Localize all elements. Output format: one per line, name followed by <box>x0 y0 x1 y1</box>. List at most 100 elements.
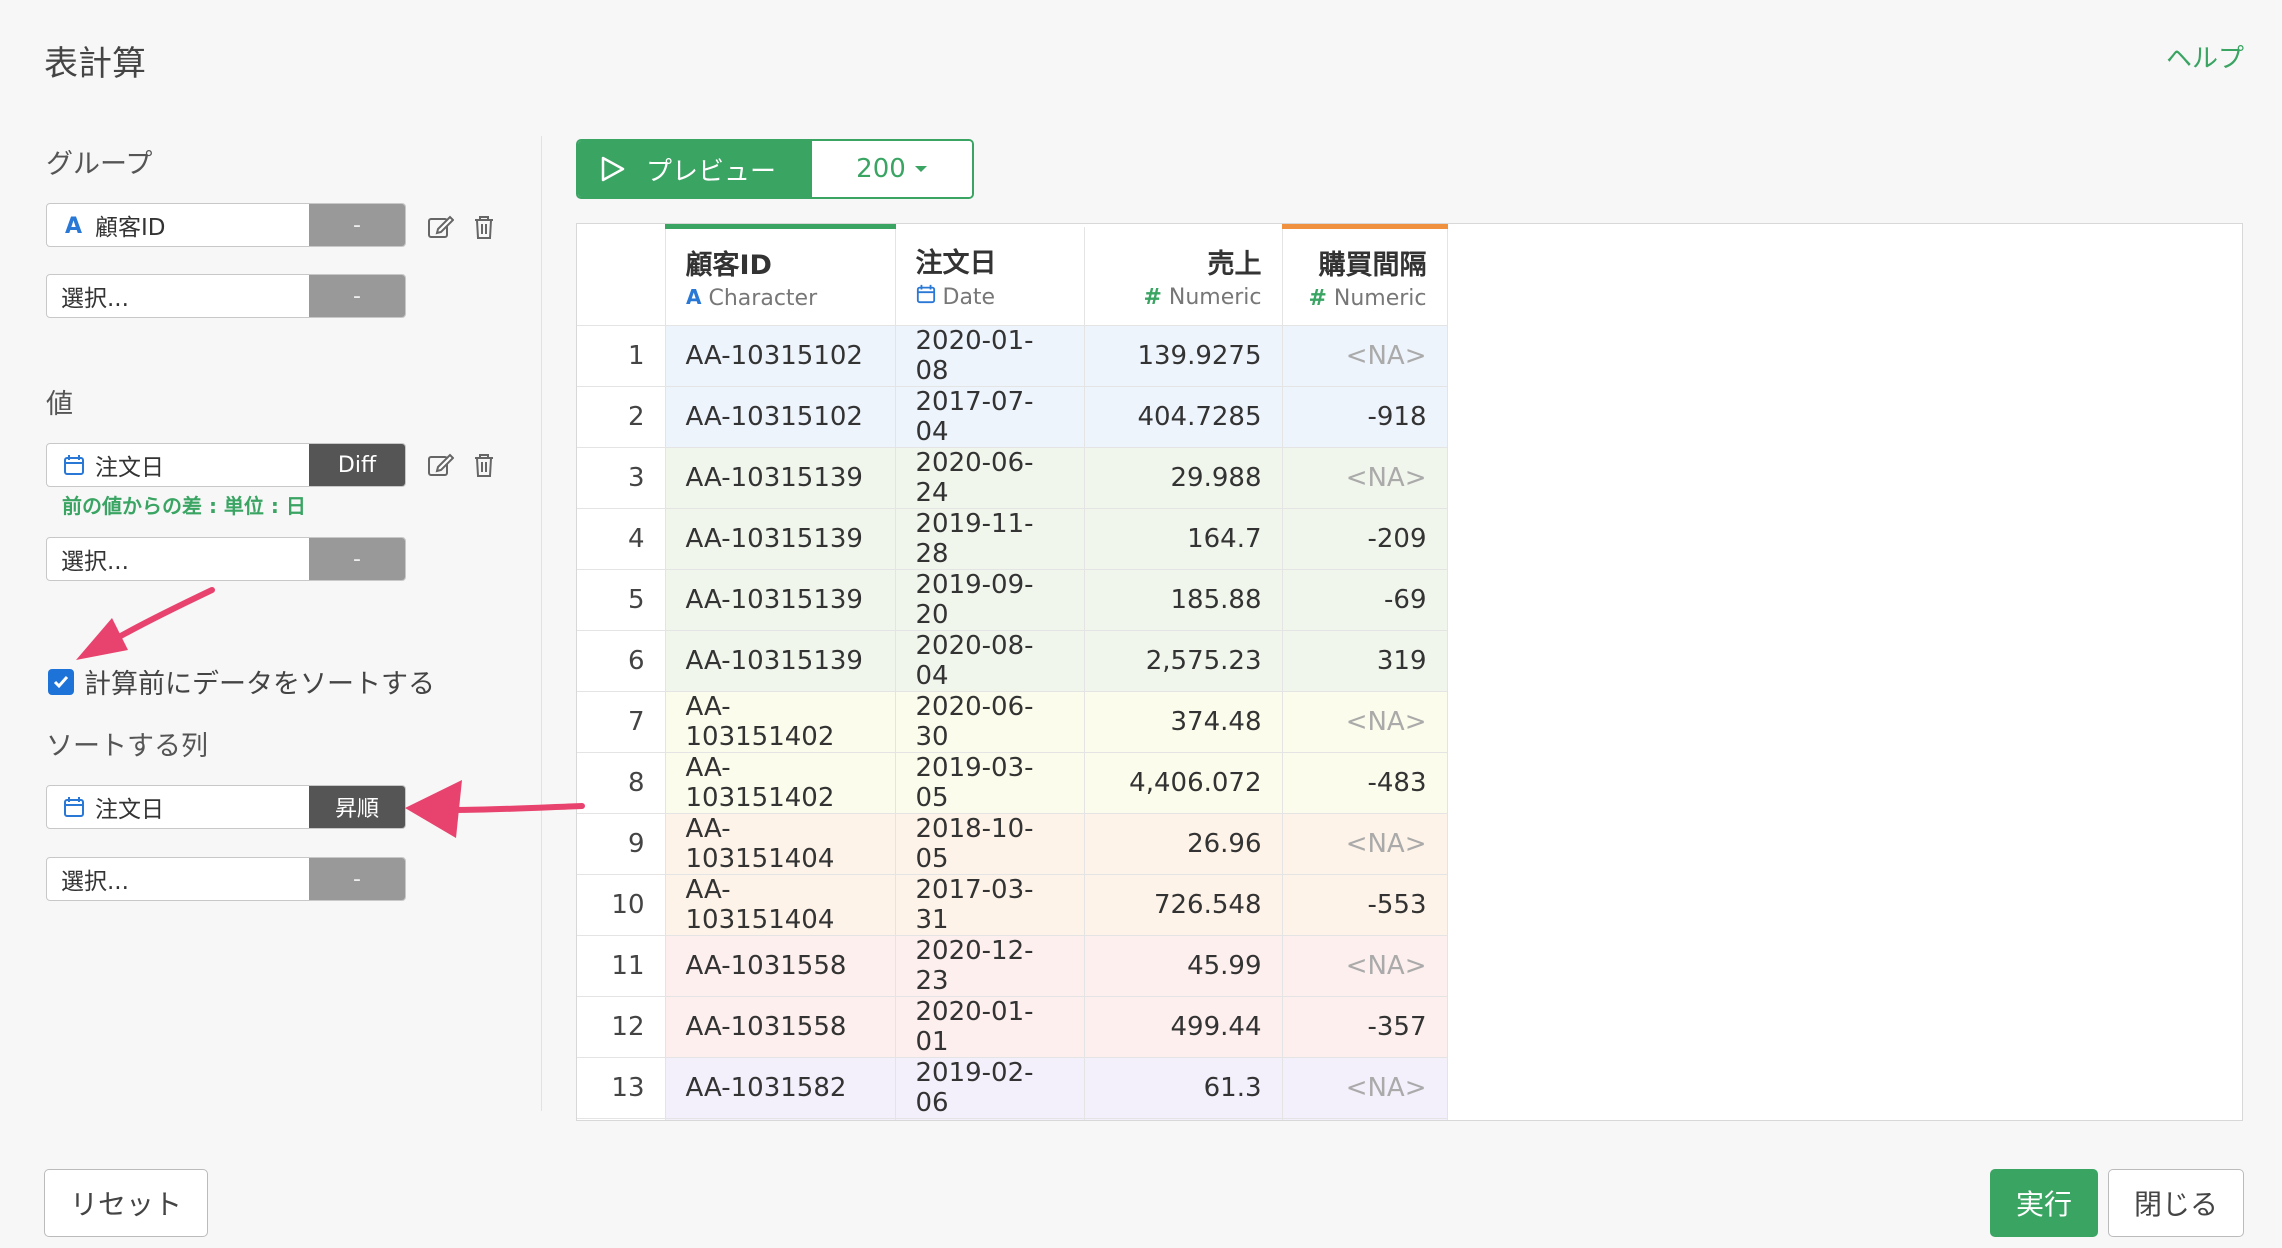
row-number[interactable]: 12 <box>577 996 666 1058</box>
group-op-dropdown[interactable]: - <box>309 204 405 246</box>
cell-purchase-interval[interactable]: <NA> <box>1282 935 1448 997</box>
cell-sales[interactable]: 139.9275 <box>1084 325 1283 387</box>
cell-order-date[interactable]: 2019-11-28 <box>895 508 1085 570</box>
cell-purchase-interval[interactable]: -439 <box>1282 1118 1448 1120</box>
row-number[interactable]: 4 <box>577 508 666 570</box>
cell-customer-id[interactable]: AA-1031558 <box>665 935 896 997</box>
cell-customer-id[interactable]: AA-1031558 <box>665 996 896 1058</box>
cell-order-date[interactable]: 2020-12-23 <box>895 935 1085 997</box>
group-field-2[interactable]: 選択... - <box>46 274 406 318</box>
cell-order-date[interactable]: 2020-06-30 <box>895 691 1085 753</box>
cell-order-date[interactable]: 2019-02-06 <box>895 1057 1085 1119</box>
cell-purchase-interval[interactable]: -69 <box>1282 569 1448 631</box>
cell-purchase-interval[interactable]: <NA> <box>1282 447 1448 509</box>
sort-checkbox[interactable] <box>48 668 74 695</box>
cell-customer-id[interactable]: AA-10315139 <box>665 569 896 631</box>
row-number[interactable]: 11 <box>577 935 666 997</box>
cell-sales[interactable]: 4,406.072 <box>1084 752 1283 814</box>
cell-sales[interactable]: 499.44 <box>1084 996 1283 1058</box>
cell-purchase-interval[interactable]: <NA> <box>1282 813 1448 875</box>
cell-customer-id[interactable]: AA-10315139 <box>665 508 896 570</box>
cell-sales[interactable]: 404.7285 <box>1084 386 1283 448</box>
cell-sales[interactable]: 374.48 <box>1084 691 1283 753</box>
table-row: 13 AA-1031582 2019-02-06 61.3 <NA> <box>577 1057 1448 1119</box>
edit-icon[interactable] <box>425 212 455 242</box>
cell-purchase-interval[interactable]: -483 <box>1282 752 1448 814</box>
row-number[interactable]: 13 <box>577 1057 666 1119</box>
sort-field-2[interactable]: 選択... - <box>46 857 406 901</box>
cell-order-date[interactable]: 2019-09-20 <box>895 569 1085 631</box>
value-field-1[interactable]: 注文日 Diff <box>46 443 406 487</box>
cell-sales[interactable]: 26.96 <box>1084 813 1283 875</box>
cell-order-date[interactable]: 2020-01-01 <box>895 996 1085 1058</box>
cell-sales[interactable]: 726.548 <box>1084 874 1283 936</box>
cell-sales[interactable]: 45.99 <box>1084 935 1283 997</box>
row-number[interactable]: 8 <box>577 752 666 814</box>
cell-customer-id[interactable]: AA-10315139 <box>665 447 896 509</box>
cell-sales[interactable]: 164.7 <box>1084 508 1283 570</box>
row-number[interactable]: 3 <box>577 447 666 509</box>
cell-order-date[interactable]: 2020-06-24 <box>895 447 1085 509</box>
cell-purchase-interval[interactable]: -553 <box>1282 874 1448 936</box>
cell-customer-id[interactable]: AA-10315139 <box>665 630 896 692</box>
close-button[interactable]: 閉じる <box>2108 1169 2244 1237</box>
cell-purchase-interval[interactable]: <NA> <box>1282 325 1448 387</box>
group-field-1[interactable]: A 顧客ID - <box>46 203 406 247</box>
cell-purchase-interval[interactable]: -209 <box>1282 508 1448 570</box>
column-header-purchase-interval[interactable]: 購買間隔 # Numeric <box>1282 224 1448 326</box>
cell-customer-id[interactable]: AA-1031582 <box>665 1057 896 1119</box>
reset-button[interactable]: リセット <box>44 1169 208 1237</box>
value-op-dropdown[interactable]: Diff <box>309 444 405 486</box>
cell-customer-id[interactable]: AA-10315102 <box>665 325 896 387</box>
cell-sales[interactable]: 29.988 <box>1084 447 1283 509</box>
value-op-dropdown-2[interactable]: - <box>309 538 405 580</box>
row-number[interactable]: 9 <box>577 813 666 875</box>
row-count-dropdown[interactable]: 200 <box>812 141 972 197</box>
cell-purchase-interval[interactable]: <NA> <box>1282 1057 1448 1119</box>
column-header-order-date[interactable]: 注文日 Date <box>895 226 1085 326</box>
cell-sales[interactable]: 571.52 <box>1084 1118 1283 1120</box>
cell-purchase-interval[interactable]: -918 <box>1282 386 1448 448</box>
sort-checkbox-row[interactable]: 計算前にデータをソートする <box>48 662 435 701</box>
help-link[interactable]: ヘルプ <box>2166 38 2244 75</box>
edit-icon[interactable] <box>425 450 455 480</box>
cell-order-date[interactable]: 2017-11-24 <box>895 1118 1085 1120</box>
column-type-label: Character <box>708 286 818 311</box>
column-header-sales[interactable]: 売上 # Numeric <box>1084 226 1283 326</box>
cell-purchase-interval[interactable]: 319 <box>1282 630 1448 692</box>
cell-sales[interactable]: 185.88 <box>1084 569 1283 631</box>
sort-order-dropdown-2[interactable]: - <box>309 858 405 900</box>
trash-icon[interactable] <box>469 212 499 242</box>
row-number[interactable]: 14 <box>577 1118 666 1120</box>
preview-button[interactable]: プレビュー <box>578 141 812 197</box>
row-number[interactable]: 7 <box>577 691 666 753</box>
cell-order-date[interactable]: 2019-03-05 <box>895 752 1085 814</box>
value-field-2[interactable]: 選択... - <box>46 537 406 581</box>
cell-order-date[interactable]: 2017-03-31 <box>895 874 1085 936</box>
group-op-dropdown-2[interactable]: - <box>309 275 405 317</box>
row-number[interactable]: 2 <box>577 386 666 448</box>
sort-field-1[interactable]: 注文日 昇順 <box>46 785 406 829</box>
cell-customer-id[interactable]: AA-1031582 <box>665 1118 896 1120</box>
cell-order-date[interactable]: 2020-01-08 <box>895 325 1085 387</box>
cell-sales[interactable]: 2,575.23 <box>1084 630 1283 692</box>
row-number[interactable]: 1 <box>577 325 666 387</box>
cell-sales[interactable]: 61.3 <box>1084 1057 1283 1119</box>
row-number[interactable]: 10 <box>577 874 666 936</box>
cell-customer-id[interactable]: AA-103151404 <box>665 874 896 936</box>
sort-order-dropdown[interactable]: 昇順 <box>309 786 405 828</box>
cell-order-date[interactable]: 2018-10-05 <box>895 813 1085 875</box>
run-button[interactable]: 実行 <box>1990 1169 2098 1237</box>
cell-order-date[interactable]: 2017-07-04 <box>895 386 1085 448</box>
cell-purchase-interval[interactable]: <NA> <box>1282 691 1448 753</box>
cell-purchase-interval[interactable]: -357 <box>1282 996 1448 1058</box>
trash-icon[interactable] <box>469 450 499 480</box>
cell-order-date[interactable]: 2020-08-04 <box>895 630 1085 692</box>
column-header-customer-id[interactable]: 顧客ID A Character <box>665 224 896 326</box>
cell-customer-id[interactable]: AA-10315102 <box>665 386 896 448</box>
row-number[interactable]: 5 <box>577 569 666 631</box>
row-number[interactable]: 6 <box>577 630 666 692</box>
cell-customer-id[interactable]: AA-103151402 <box>665 752 896 814</box>
cell-customer-id[interactable]: AA-103151402 <box>665 691 896 753</box>
cell-customer-id[interactable]: AA-103151404 <box>665 813 896 875</box>
